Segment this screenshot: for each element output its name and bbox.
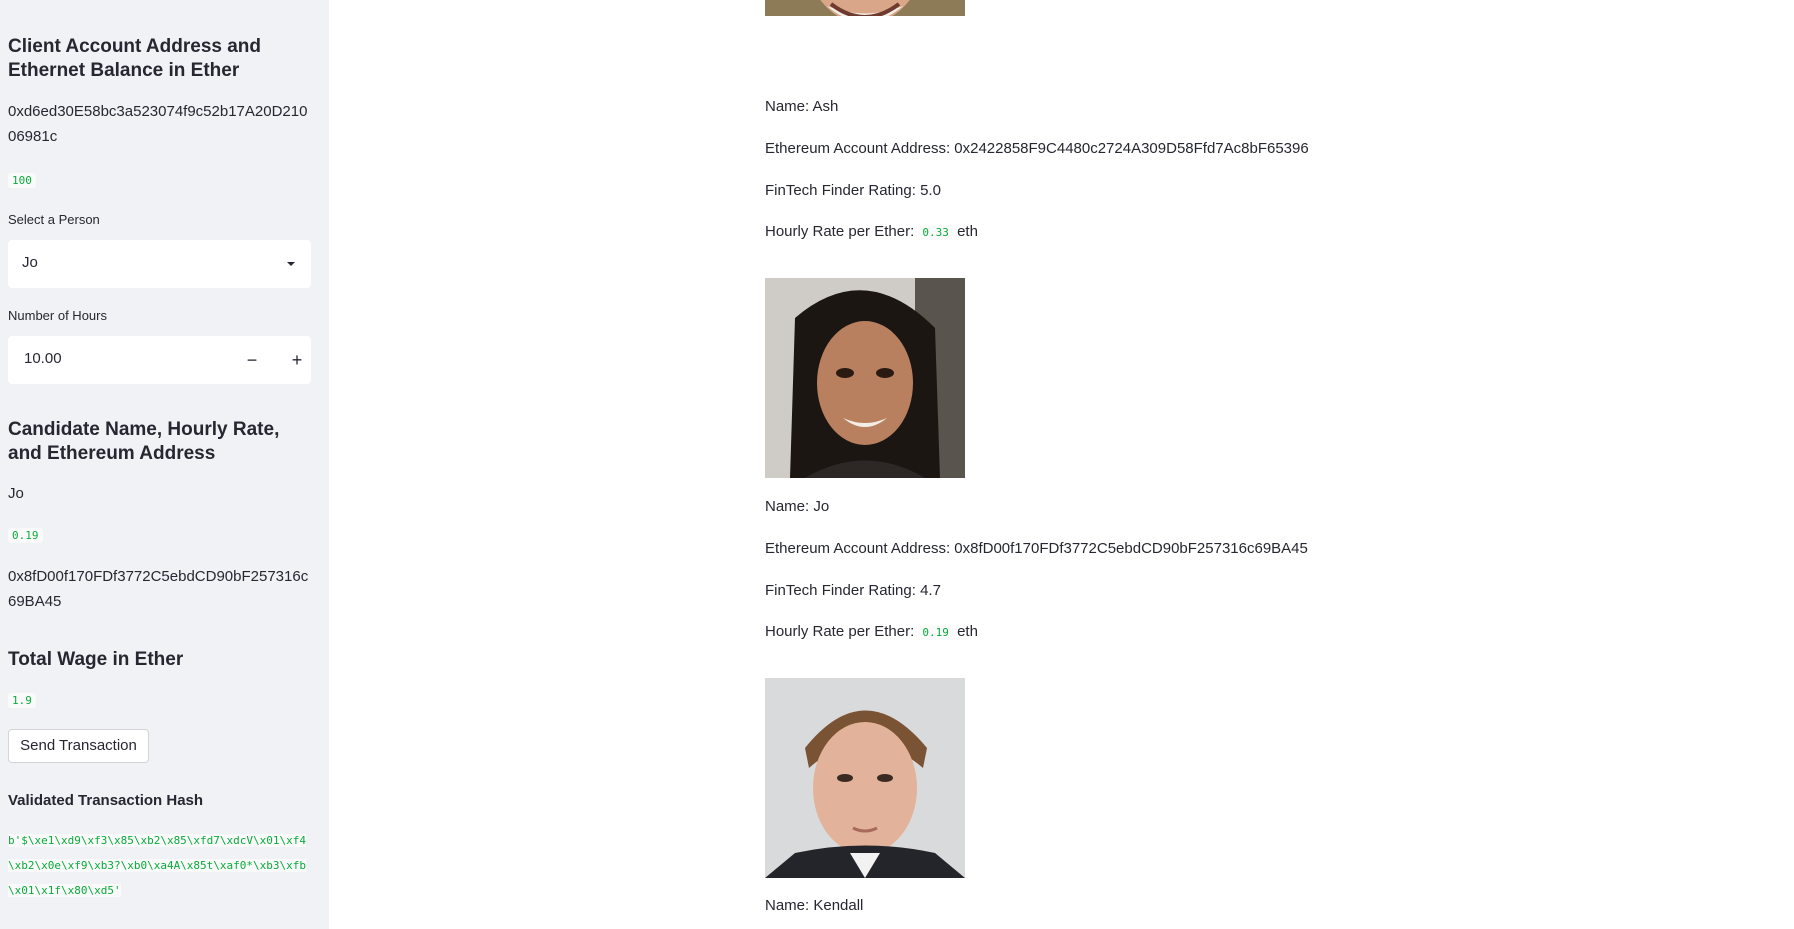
chevron-down-icon <box>287 262 295 266</box>
candidate-address-ash: Ethereum Account Address: 0x2422858F9C44… <box>765 140 1309 157</box>
candidate-photo-ash <box>765 0 965 16</box>
candidate-photo-kendall <box>765 678 965 878</box>
candidate-name-jo: Name: Jo <box>765 498 830 515</box>
total-wage-badge: 1.9 <box>8 691 36 709</box>
candidate-name-kendall: Name: Kendall <box>765 897 864 914</box>
person-photo-icon <box>765 678 965 878</box>
candidate-rate: 0.19 <box>8 528 43 543</box>
candidate-rate-ash: Hourly Rate per Ether: 0.33 eth <box>765 223 978 240</box>
candidate-rate-badge: 0.19 <box>8 526 43 544</box>
selected-person: Jo <box>22 254 38 271</box>
main-content: Name: Ash Ethereum Account Address: 0x24… <box>329 0 1794 929</box>
candidate-photo-jo <box>765 278 965 478</box>
hours-input[interactable]: 10.00 <box>24 350 62 367</box>
client-account-heading: Client Account Address and Ethernet Bala… <box>8 36 262 81</box>
candidate-address: 0x8fD00f170FDf3772C5ebdCD90bF257316c69BA… <box>8 568 309 610</box>
candidate-rating-ash: FinTech Finder Rating: 5.0 <box>765 182 941 199</box>
sidebar: Client Account Address and Ethernet Bala… <box>0 0 329 929</box>
tx-hash-heading: Validated Transaction Hash <box>8 792 204 809</box>
candidate-name-ash: Name: Ash <box>765 98 839 115</box>
rate-value: 0.33 <box>918 225 953 240</box>
hours-label: Number of Hours <box>8 308 107 323</box>
total-wage-heading: Total Wage in Ether <box>8 649 184 670</box>
candidate-heading: Candidate Name, Hourly Rate, and Ethereu… <box>8 419 280 464</box>
rate-suffix: eth <box>957 623 978 640</box>
candidate-rating-jo: FinTech Finder Rating: 4.7 <box>765 582 941 599</box>
rate-prefix: Hourly Rate per Ether: <box>765 623 915 640</box>
tx-hash: b'$\xe1\xd9\xf3\x85\xb2\x85\xfd7\xdcV\x0… <box>8 834 307 897</box>
select-person-label: Select a Person <box>8 212 100 227</box>
total-wage: 1.9 <box>8 693 36 708</box>
person-photo-icon <box>765 0 965 16</box>
person-photo-icon <box>765 278 965 478</box>
send-transaction-button[interactable]: Send Transaction <box>8 729 149 763</box>
candidate-name: Jo <box>8 485 24 502</box>
increment-button[interactable]: + <box>275 336 319 384</box>
client-address: 0xd6ed30E58bc3a523074f9c52b17A20D2100698… <box>8 103 308 145</box>
candidate-rate-jo: Hourly Rate per Ether: 0.19 eth <box>765 623 978 640</box>
hours-stepper[interactable]: 10.00 − + <box>8 336 311 384</box>
client-balance-badge: 100 <box>8 171 36 189</box>
select-person-dropdown[interactable]: Jo <box>8 240 311 288</box>
client-balance: 100 <box>8 173 36 188</box>
rate-suffix: eth <box>957 223 978 240</box>
candidate-address-jo: Ethereum Account Address: 0x8fD00f170FDf… <box>765 540 1308 557</box>
rate-prefix: Hourly Rate per Ether: <box>765 223 915 240</box>
tx-hash-block: b'$\xe1\xd9\xf3\x85\xb2\x85\xfd7\xdcV\x0… <box>8 828 312 903</box>
decrement-button[interactable]: − <box>230 336 274 384</box>
rate-value: 0.19 <box>918 625 953 640</box>
